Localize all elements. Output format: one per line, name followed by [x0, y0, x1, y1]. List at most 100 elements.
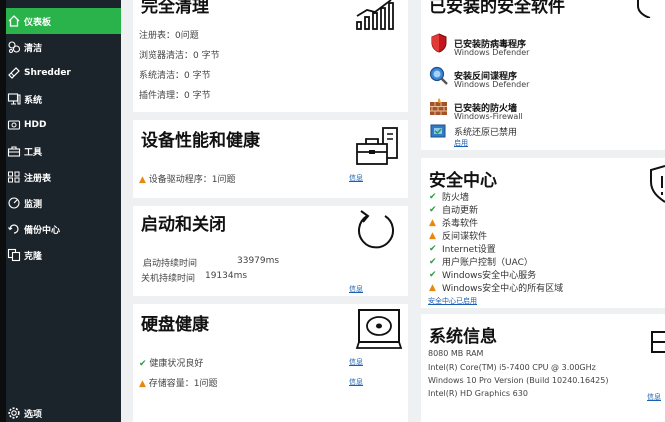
- cleanup-browser: 浏览器清洁：0 字节: [139, 51, 220, 61]
- sidebar: 仪表板 清洁 Shredder 系统 HDD 工具 注册表 监测 備份中心 克隆…: [6, 0, 121, 422]
- firewall-icon: [430, 98, 447, 115]
- antispyware-icon: [429, 66, 448, 85]
- cleanup-system: 系统清洁：0 字节: [139, 71, 211, 81]
- gpu-info: Intel(R) HD Graphics 630: [428, 389, 528, 398]
- shredder-icon: [7, 66, 21, 80]
- sidebar-item-options[interactable]: 选项: [6, 400, 121, 422]
- check-icon: ✔: [429, 204, 437, 215]
- sidebar-item-label: 清洁: [24, 43, 43, 54]
- performance-info-link[interactable]: 信息: [349, 173, 363, 183]
- driver-status-text: 设备驱动程序：1问题: [148, 175, 236, 185]
- backup-icon: [7, 222, 21, 236]
- check-icon: ✔: [429, 256, 437, 267]
- disk-capacity: ▲ 存储容量：1问题: [139, 376, 218, 389]
- check-icon: ✔: [429, 243, 437, 254]
- disk-capacity-info-link[interactable]: 信息: [349, 377, 363, 387]
- security-item-antispyware: ▲ 反间谍软件: [429, 230, 488, 243]
- sidebar-item-label: 備份中心: [24, 225, 61, 236]
- security-software-card: 已安装的安全软件 已安装防病毒程序 Windows Defender 安装反间谍…: [421, 0, 665, 150]
- security-item-updates: ✔ 自动更新: [429, 204, 479, 217]
- card-title: 硬盘健康: [141, 315, 209, 335]
- system-info-link[interactable]: 信息: [647, 392, 661, 402]
- warning-icon: ▲: [429, 217, 436, 228]
- sidebar-item-clone[interactable]: 克隆: [6, 242, 121, 268]
- check-icon: ✔: [429, 269, 437, 280]
- disk-health-text: 健康状况良好: [149, 359, 204, 369]
- startup-duration-label: 启动持续时间: [143, 259, 198, 269]
- bar-chart-icon: [356, 0, 394, 30]
- cpu-info: Intel(R) Core(TM) i5-7400 CPU @ 3.00GHz: [428, 363, 596, 372]
- refresh-icon: [358, 210, 394, 249]
- security-item-antivirus: ▲ 杀毒软件: [429, 217, 479, 230]
- sidebar-item-dashboard[interactable]: 仪表板: [6, 8, 121, 34]
- security-item-uac: ✔ 用户账户控制（UAC）: [429, 256, 533, 269]
- startup-duration-value: 33979ms: [237, 256, 280, 266]
- ram-info: 8080 MB RAM: [428, 349, 484, 358]
- gear-icon: [7, 406, 21, 420]
- cleanup-card: 完全清理 注册表：0问题 浏览器清洁：0 字节 系统清洁：0 字节 插件清理：0…: [133, 0, 408, 112]
- card-title: 完全清理: [141, 0, 209, 17]
- disk-health: ✔ 健康状况良好: [139, 356, 203, 369]
- shield-outline-icon: [637, 0, 651, 18]
- monitor-icon: [7, 196, 21, 210]
- system-info-card: 系统信息 8080 MB RAM Intel(R) Core(TM) i5-74…: [421, 314, 665, 422]
- toolbox-icon: [7, 144, 21, 158]
- security-item-internet: ✔ Internet设置: [429, 243, 496, 256]
- disk-health-info-link[interactable]: 信息: [349, 357, 363, 367]
- check-icon: ✔: [139, 359, 147, 369]
- disk-capacity-text: 存储容量：1问题: [148, 379, 218, 389]
- sidebar-item-label: 仪表板: [24, 17, 52, 28]
- performance-card: 设备性能和健康 ▲ 设备驱动程序：1问题 信息: [133, 120, 408, 198]
- registry-icon: [7, 170, 21, 184]
- card-title: 已安装的安全软件: [429, 0, 565, 17]
- sidebar-item-label: 选项: [24, 409, 43, 420]
- sidebar-item-label: 系统: [24, 95, 43, 106]
- clone-icon: [7, 248, 21, 262]
- driver-status: ▲ 设备驱动程序：1问题: [139, 172, 236, 185]
- security-item-firewall: ✔ 防火墙: [429, 191, 470, 204]
- card-title: 启动和关闭: [141, 215, 226, 235]
- disk-card: 硬盘健康 ✔ 健康状况良好 ▲ 存储容量：1问题 信息 信息: [133, 304, 408, 422]
- home-icon: [7, 14, 21, 28]
- bubbles-icon: [7, 40, 21, 54]
- card-title: 安全中心: [429, 171, 497, 191]
- security-center-link[interactable]: 安全中心已启用: [428, 296, 477, 306]
- security-item-zones: ▲ Windows安全中心的所有区域: [429, 282, 564, 295]
- sidebar-item-tools[interactable]: 工具: [6, 138, 121, 164]
- sidebar-item-shredder[interactable]: Shredder: [6, 60, 121, 86]
- startup-info-link[interactable]: 信息: [349, 284, 363, 294]
- check-icon: ✔: [429, 191, 437, 202]
- cleanup-registry: 注册表：0问题: [139, 31, 199, 41]
- sidebar-item-label: 注册表: [24, 173, 52, 184]
- sidebar-item-monitor[interactable]: 监测: [6, 190, 121, 216]
- sidebar-item-label: 工具: [24, 147, 43, 158]
- system-icon: [7, 92, 21, 106]
- firewall-name: Windows-Firewall: [454, 112, 523, 121]
- antivirus-name: Windows Defender: [454, 48, 530, 57]
- enable-restore-link[interactable]: 启用: [454, 138, 468, 148]
- sidebar-item-backup[interactable]: 備份中心: [6, 216, 121, 242]
- cleanup-plugins: 插件清理：0 字节: [139, 91, 211, 101]
- hard-disk-icon: [355, 309, 403, 349]
- sidebar-item-registry[interactable]: 注册表: [6, 164, 121, 190]
- warning-icon: ▲: [139, 175, 146, 185]
- sidebar-item-label: Shredder: [24, 68, 71, 78]
- warning-icon: ▲: [139, 379, 146, 389]
- sidebar-item-label: 克隆: [24, 251, 43, 262]
- warning-icon: ▲: [429, 282, 436, 293]
- sidebar-item-hdd[interactable]: HDD: [6, 112, 121, 138]
- antispyware-name: Windows Defender: [454, 80, 530, 89]
- sidebar-item-system[interactable]: 系统: [6, 86, 121, 112]
- sidebar-item-clean[interactable]: 清洁: [6, 34, 121, 60]
- card-title: 设备性能和健康: [141, 131, 260, 151]
- antivirus-shield-icon: [431, 33, 447, 53]
- startup-card: 启动和关闭 启动持续时间 33979ms 关机持续时间 19134ms 信息: [133, 206, 408, 296]
- sidebar-item-label: HDD: [24, 120, 47, 130]
- toolbox-pc-icon: [356, 127, 398, 165]
- warning-icon: ▲: [429, 230, 436, 241]
- shutdown-duration-label: 关机持续时间: [141, 274, 196, 284]
- shutdown-duration-value: 19134ms: [205, 271, 248, 281]
- shield-warning-icon: [650, 165, 665, 203]
- sidebar-item-label: 监测: [24, 199, 43, 210]
- system-restore-status: 系统还原已禁用: [454, 128, 518, 138]
